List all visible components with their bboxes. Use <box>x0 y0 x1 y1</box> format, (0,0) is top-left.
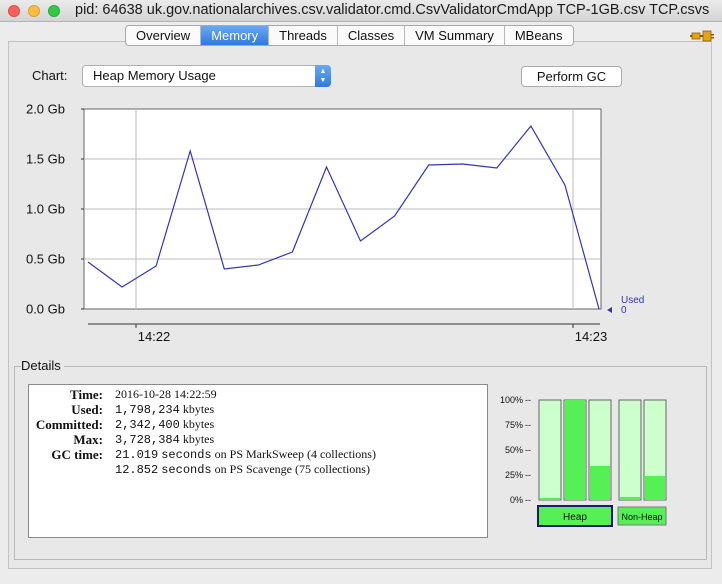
pool-scale-label: 50% <box>505 445 523 455</box>
heap-label: Heap <box>563 512 587 523</box>
heap-pool-bar-bg <box>538 399 562 501</box>
nonheap-pool-bar-bg <box>618 399 642 501</box>
nonheap-pool-bar-fill <box>645 476 665 500</box>
nonheap-pool-bar-fill <box>620 497 640 500</box>
pool-scale-dash: -- <box>525 470 531 480</box>
pool-scale-label: 75% <box>505 420 523 430</box>
pool-scale-dash: -- <box>525 445 531 455</box>
heap-pool-bar-fill <box>565 400 585 500</box>
heap-pool-bar-fill <box>540 498 560 500</box>
pool-scale-label: 25% <box>505 470 523 480</box>
pool-scale-label: 0% <box>510 495 523 505</box>
pool-scale-dash: -- <box>525 420 531 430</box>
memory-pools-bars: 100% --75% --50% --25% --0% --Heap Non-Heap <box>500 395 667 527</box>
nonheap-label: Non-Heap <box>621 512 662 522</box>
pool-scale-dash: -- <box>525 495 531 505</box>
heap-pool-bar-fill <box>590 466 610 500</box>
pool-scale-label: 100% <box>500 395 523 405</box>
pool-scale-dash: -- <box>525 395 531 405</box>
